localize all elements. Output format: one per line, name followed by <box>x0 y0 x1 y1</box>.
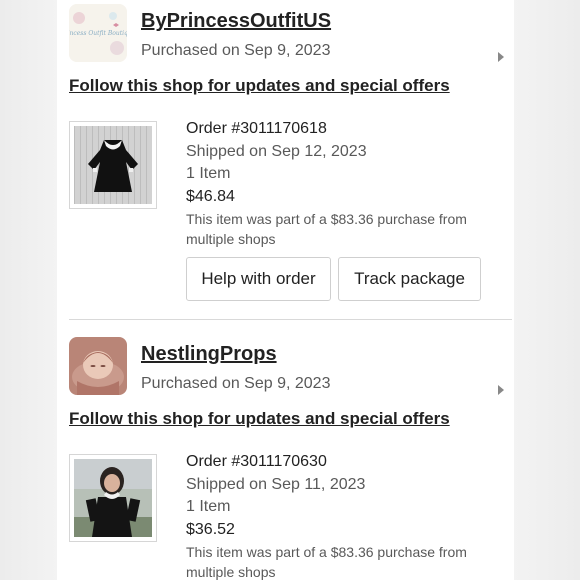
order-price: $36.52 <box>186 521 235 538</box>
shop-logo-image: Princess Outfit Boutique <box>69 4 127 62</box>
shop-avatar[interactable] <box>69 337 127 395</box>
right-margin <box>514 0 580 580</box>
multi-shop-note: This item was part of a $83.36 purchase … <box>186 544 467 580</box>
item-count: 1 Item <box>186 498 231 515</box>
shop-avatar[interactable]: Princess Outfit Boutique <box>69 4 127 62</box>
shop-name-link[interactable]: NestlingProps <box>141 343 277 366</box>
shop-name-link[interactable]: ByPrincessOutfitUS <box>141 10 331 33</box>
svg-text:Princess Outfit Boutique: Princess Outfit Boutique <box>69 30 127 37</box>
shop-divider <box>69 319 512 320</box>
shop-section: Princess Outfit Boutique ByPrincessOutfi… <box>69 4 509 314</box>
multi-shop-note: This item was part of a $83.36 purchase … <box>186 211 467 247</box>
purchase-date: Purchased on Sep 9, 2023 <box>141 42 331 59</box>
girl-in-black-dress-image <box>74 459 152 537</box>
order-item-thumbnail[interactable] <box>69 121 157 209</box>
track-package-button[interactable]: Track package <box>338 257 481 301</box>
follow-shop-link[interactable]: Follow this shop for updates and special… <box>69 76 450 96</box>
help-with-order-button[interactable]: Help with order <box>186 257 331 301</box>
shipped-date: Shipped on Sep 11, 2023 <box>186 476 366 493</box>
chevron-right-icon[interactable] <box>498 52 504 62</box>
shop-section: NestlingProps Purchased on Sep 9, 2023 F… <box>69 337 509 580</box>
order-number: Order #3011170630 <box>186 453 327 470</box>
item-count: 1 Item <box>186 165 231 182</box>
order-number: Order #3011170618 <box>186 120 327 137</box>
shipped-date: Shipped on Sep 12, 2023 <box>186 143 367 160</box>
follow-shop-link[interactable]: Follow this shop for updates and special… <box>69 409 450 429</box>
order-item-thumbnail[interactable] <box>69 454 157 542</box>
order-price: $46.84 <box>186 188 235 205</box>
left-margin <box>0 0 57 580</box>
purchase-date: Purchased on Sep 9, 2023 <box>141 375 331 392</box>
chevron-right-icon[interactable] <box>498 385 504 395</box>
order-history-screen: Princess Outfit Boutique ByPrincessOutfi… <box>0 0 580 580</box>
order-details: Order #3011170618 Shipped on Sep 12, 202… <box>186 118 516 249</box>
newborn-photo-image <box>69 337 127 395</box>
purchases-panel: Princess Outfit Boutique ByPrincessOutfi… <box>57 0 514 580</box>
black-dress-image <box>74 126 152 204</box>
order-details: Order #3011170630 Shipped on Sep 11, 202… <box>186 451 516 580</box>
